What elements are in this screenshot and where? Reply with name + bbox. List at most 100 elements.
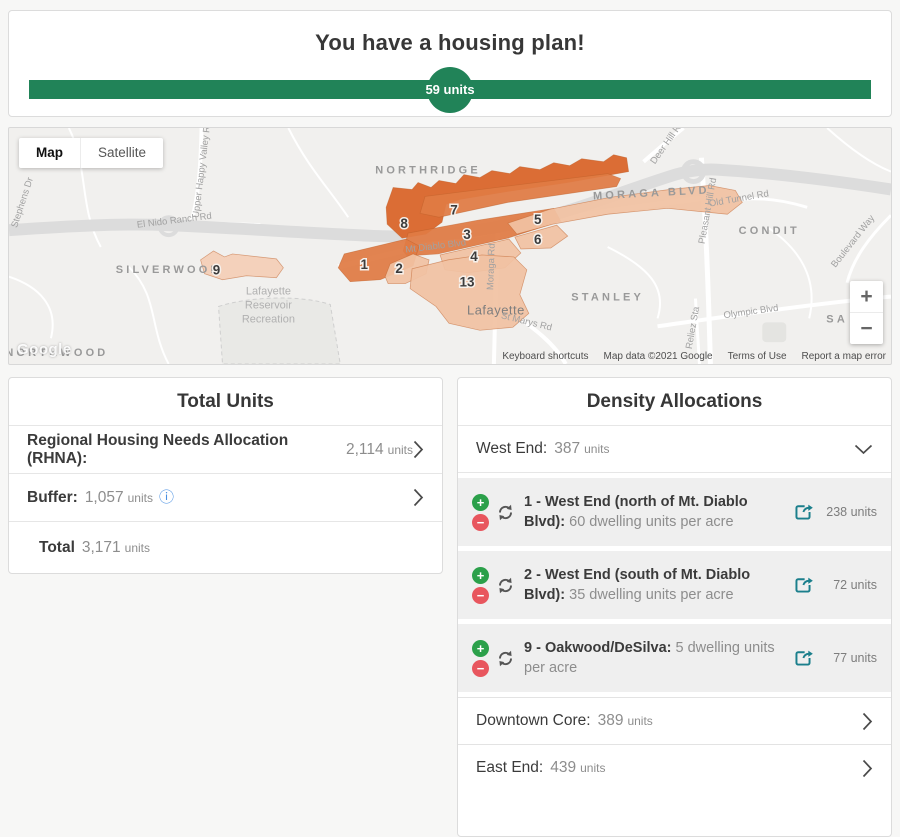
subrow-density: 60 dwelling units per acre: [569, 514, 733, 530]
terms-of-use-link[interactable]: Terms of Use: [728, 351, 787, 362]
report-map-error-link[interactable]: Report a map error: [802, 351, 886, 362]
units-badge-label: 59 units: [29, 80, 871, 99]
total-unit: units: [125, 541, 150, 555]
rhna-label: Regional Housing Needs Allocation (RHNA)…: [27, 432, 339, 468]
total-units-panel: Total Units Regional Housing Needs Alloc…: [8, 377, 443, 574]
map[interactable]: NORTHRIDGEMORAGA BLVDCONDITSILVERWOODSTA…: [8, 127, 892, 365]
chevron-right-icon[interactable]: [413, 488, 424, 507]
map-label: STANLEY: [571, 292, 644, 304]
decrease-density-button[interactable]: −: [472, 514, 489, 531]
density-allocations-panel: Density Allocations West End: 387 units …: [457, 377, 892, 837]
map-label: Olympic Blvd: [723, 303, 779, 322]
region-number-7: 7: [450, 202, 457, 217]
map-type-toggle: Map Satellite: [19, 138, 163, 168]
downtown-core-unit: units: [627, 714, 652, 728]
subrow-text: 2 - West End (south of Mt. Diablo Blvd):…: [524, 565, 793, 606]
subrow-units: 77 units: [813, 651, 877, 665]
map-label: SA: [826, 313, 848, 325]
increase-density-button[interactable]: +: [472, 494, 489, 511]
map-label: Recreation: [242, 313, 295, 325]
share-icon[interactable]: [793, 503, 813, 521]
decrease-density-button[interactable]: −: [472, 660, 489, 677]
map-label: Stephens Dr: [9, 176, 36, 229]
reset-density-icon[interactable]: [496, 503, 515, 522]
google-logo: Google: [17, 341, 72, 358]
east-end-value: 439: [550, 759, 576, 777]
map-label: Reservoir: [245, 299, 292, 311]
chevron-right-icon[interactable]: [862, 712, 873, 731]
subrow-text: 1 - West End (north of Mt. Diablo Blvd):…: [524, 492, 793, 533]
density-title: Density Allocations: [458, 378, 891, 426]
total-units-title: Total Units: [9, 378, 442, 426]
info-icon[interactable]: ⓘ: [159, 490, 174, 505]
map-label: Upper Happy Valley Rd: [191, 128, 214, 218]
density-subrow-1: + − 1 - West End (north of Mt. Diablo Bl…: [458, 478, 891, 546]
density-subrow-3: + − 9 - Oakwood/DeSilva: 5 dwelling unit…: [458, 624, 891, 692]
total-row: Total 3,171 units: [9, 522, 442, 573]
downtown-core-label: Downtown Core:: [476, 712, 591, 730]
map-label: Lafayette: [246, 286, 291, 298]
west-end-label: West End:: [476, 440, 547, 458]
map-zoom-control: + −: [850, 281, 883, 344]
buffer-value: 1,057: [85, 489, 124, 507]
west-end-section[interactable]: West End: 387 units: [458, 426, 891, 473]
density-stepper: + −: [472, 567, 489, 604]
satellite-button[interactable]: Satellite: [81, 138, 163, 168]
subrow-units: 238 units: [813, 505, 877, 519]
buffer-row[interactable]: Buffer: 1,057 units ⓘ: [9, 474, 442, 522]
housing-plan-banner: You have a housing plan! 59 units: [8, 10, 892, 117]
share-icon[interactable]: [793, 649, 813, 667]
chevron-right-icon[interactable]: [413, 440, 424, 459]
chevron-right-icon[interactable]: [862, 759, 873, 778]
density-stepper: + −: [472, 494, 489, 531]
region-number-5: 5: [534, 212, 542, 227]
east-end-unit: units: [580, 761, 605, 775]
west-end-value: 387: [554, 440, 580, 458]
map-label: Moraga Rd: [485, 243, 498, 290]
region-number-3: 3: [463, 227, 470, 242]
rhna-value: 2,114: [346, 441, 384, 459]
map-label: NORTHRIDGE: [375, 165, 481, 177]
map-attribution: Keyboard shortcuts Map data ©2021 Google…: [502, 351, 886, 362]
east-end-section[interactable]: East End: 439 units: [458, 744, 891, 791]
downtown-core-section[interactable]: Downtown Core: 389 units: [458, 697, 891, 744]
map-label: SILVERWOOD: [116, 264, 222, 276]
buffer-label: Buffer:: [27, 489, 78, 507]
region-number-6: 6: [534, 232, 541, 247]
rhna-row[interactable]: Regional Housing Needs Allocation (RHNA)…: [9, 426, 442, 474]
region-number-13: 13: [459, 275, 474, 290]
map-label: Deer Hill Rd: [648, 128, 686, 166]
subrow-density: 35 dwelling units per acre: [569, 587, 733, 603]
units-progress-bar[interactable]: 59 units: [29, 80, 871, 99]
zoom-out-button[interactable]: −: [850, 312, 883, 344]
total-label: Total: [39, 539, 75, 557]
chevron-down-icon[interactable]: [854, 444, 873, 455]
downtown-core-value: 389: [598, 712, 624, 730]
region-number-2: 2: [395, 261, 402, 276]
buffer-unit: units: [128, 491, 153, 505]
map-label: Boulevard Way: [829, 213, 877, 270]
east-end-label: East End:: [476, 759, 543, 777]
zoom-in-button[interactable]: +: [850, 281, 883, 312]
map-button[interactable]: Map: [19, 138, 81, 168]
region-number-4: 4: [470, 249, 478, 264]
map-data-label: Map data ©2021 Google: [603, 351, 712, 362]
region-number-8: 8: [400, 216, 408, 231]
region-number-9: 9: [213, 263, 220, 278]
keyboard-shortcuts-link[interactable]: Keyboard shortcuts: [502, 351, 588, 362]
subrow-text: 9 - Oakwood/DeSilva: 5 dwelling units pe…: [524, 638, 793, 679]
west-end-unit: units: [584, 442, 609, 456]
reset-density-icon[interactable]: [496, 649, 515, 668]
density-stepper: + −: [472, 640, 489, 677]
subrow-name: 9 - Oakwood/DeSilva:: [524, 640, 671, 656]
increase-density-button[interactable]: +: [472, 640, 489, 657]
share-icon[interactable]: [793, 576, 813, 594]
condit-park-area: [762, 322, 786, 342]
region-number-1: 1: [360, 257, 368, 272]
density-subrow-2: + − 2 - West End (south of Mt. Diablo Bl…: [458, 551, 891, 619]
decrease-density-button[interactable]: −: [472, 587, 489, 604]
rhna-unit: units: [388, 443, 413, 457]
increase-density-button[interactable]: +: [472, 567, 489, 584]
reset-density-icon[interactable]: [496, 576, 515, 595]
subrow-units: 72 units: [813, 578, 877, 592]
